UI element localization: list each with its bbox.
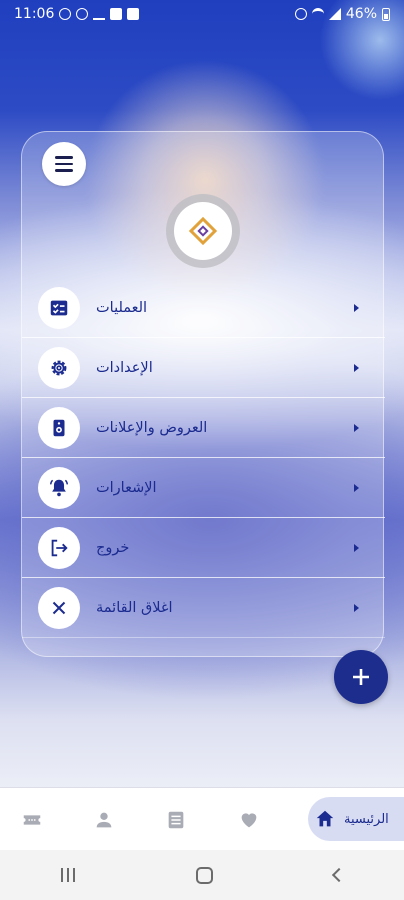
heart-icon xyxy=(241,813,257,828)
menu-item-operations[interactable]: العمليات xyxy=(22,278,385,338)
plus-icon xyxy=(353,669,369,685)
app-notification-icon xyxy=(76,8,89,20)
download-icon xyxy=(93,8,106,20)
hamburger-menu-button[interactable] xyxy=(42,142,86,186)
home-button[interactable] xyxy=(195,866,213,884)
menu-item-label: الإشعارات xyxy=(96,479,157,496)
menu-item-label: العمليات xyxy=(96,299,148,316)
menu-item-close-menu[interactable]: اغلاق القائمة xyxy=(22,578,385,638)
menu-item-settings[interactable]: الإعدادات xyxy=(22,338,385,398)
chevron-right-icon xyxy=(354,543,359,552)
tab-coupons[interactable] xyxy=(14,800,50,840)
signal-icon xyxy=(328,8,341,20)
menu-list: العمليات الإعدادات العروض والإعلانات الإ… xyxy=(22,278,385,638)
chevron-right-icon xyxy=(354,363,359,372)
operations-icon xyxy=(38,286,80,329)
close-icon xyxy=(38,586,80,629)
chevron-right-icon xyxy=(354,603,359,612)
tab-list[interactable] xyxy=(158,800,194,840)
tab-home-label: الرئيسية xyxy=(344,811,389,827)
menu-item-label: خروج xyxy=(96,539,130,556)
add-button[interactable] xyxy=(334,650,388,704)
home-icon xyxy=(316,810,334,827)
menu-item-label: العروض والإعلانات xyxy=(96,419,208,436)
chevron-right-icon xyxy=(354,483,359,492)
gear-icon xyxy=(38,346,80,389)
status-time: 11:06 xyxy=(14,6,55,22)
tab-favorites[interactable] xyxy=(231,800,267,840)
battery-percent: 46% xyxy=(345,6,377,22)
check-icon xyxy=(127,8,140,20)
image-icon xyxy=(110,8,123,20)
bell-icon xyxy=(38,466,80,509)
alarm-icon xyxy=(294,8,307,20)
tab-profile[interactable] xyxy=(86,800,122,840)
status-bar: 11:06 46% xyxy=(0,0,404,28)
back-button[interactable] xyxy=(331,867,346,883)
wifi-icon xyxy=(311,8,324,20)
list-icon xyxy=(168,811,184,829)
menu-item-label: الإعدادات xyxy=(96,359,153,376)
chevron-right-icon xyxy=(354,423,359,432)
menu-item-notifications[interactable]: الإشعارات xyxy=(22,458,385,518)
person-icon xyxy=(96,812,112,828)
menu-item-offers[interactable]: العروض والإعلانات xyxy=(22,398,385,458)
logo-mark-icon xyxy=(188,216,218,246)
recent-apps-button[interactable] xyxy=(60,868,75,882)
menu-item-logout[interactable]: خروج xyxy=(22,518,385,578)
chevron-right-icon xyxy=(354,303,359,312)
menu-item-label: اغلاق القائمة xyxy=(96,599,173,616)
app-logo xyxy=(166,194,240,268)
logout-icon xyxy=(38,526,80,569)
notification-icon xyxy=(59,8,72,20)
side-menu-card: العمليات الإعدادات العروض والإعلانات الإ… xyxy=(21,131,385,657)
bottom-navigation: الرئيسية xyxy=(0,787,404,850)
speaker-icon xyxy=(38,406,80,449)
ticket-icon xyxy=(23,815,41,825)
battery-icon xyxy=(382,7,390,21)
tab-home[interactable]: الرئيسية xyxy=(308,797,404,841)
system-navigation-bar xyxy=(0,850,404,900)
